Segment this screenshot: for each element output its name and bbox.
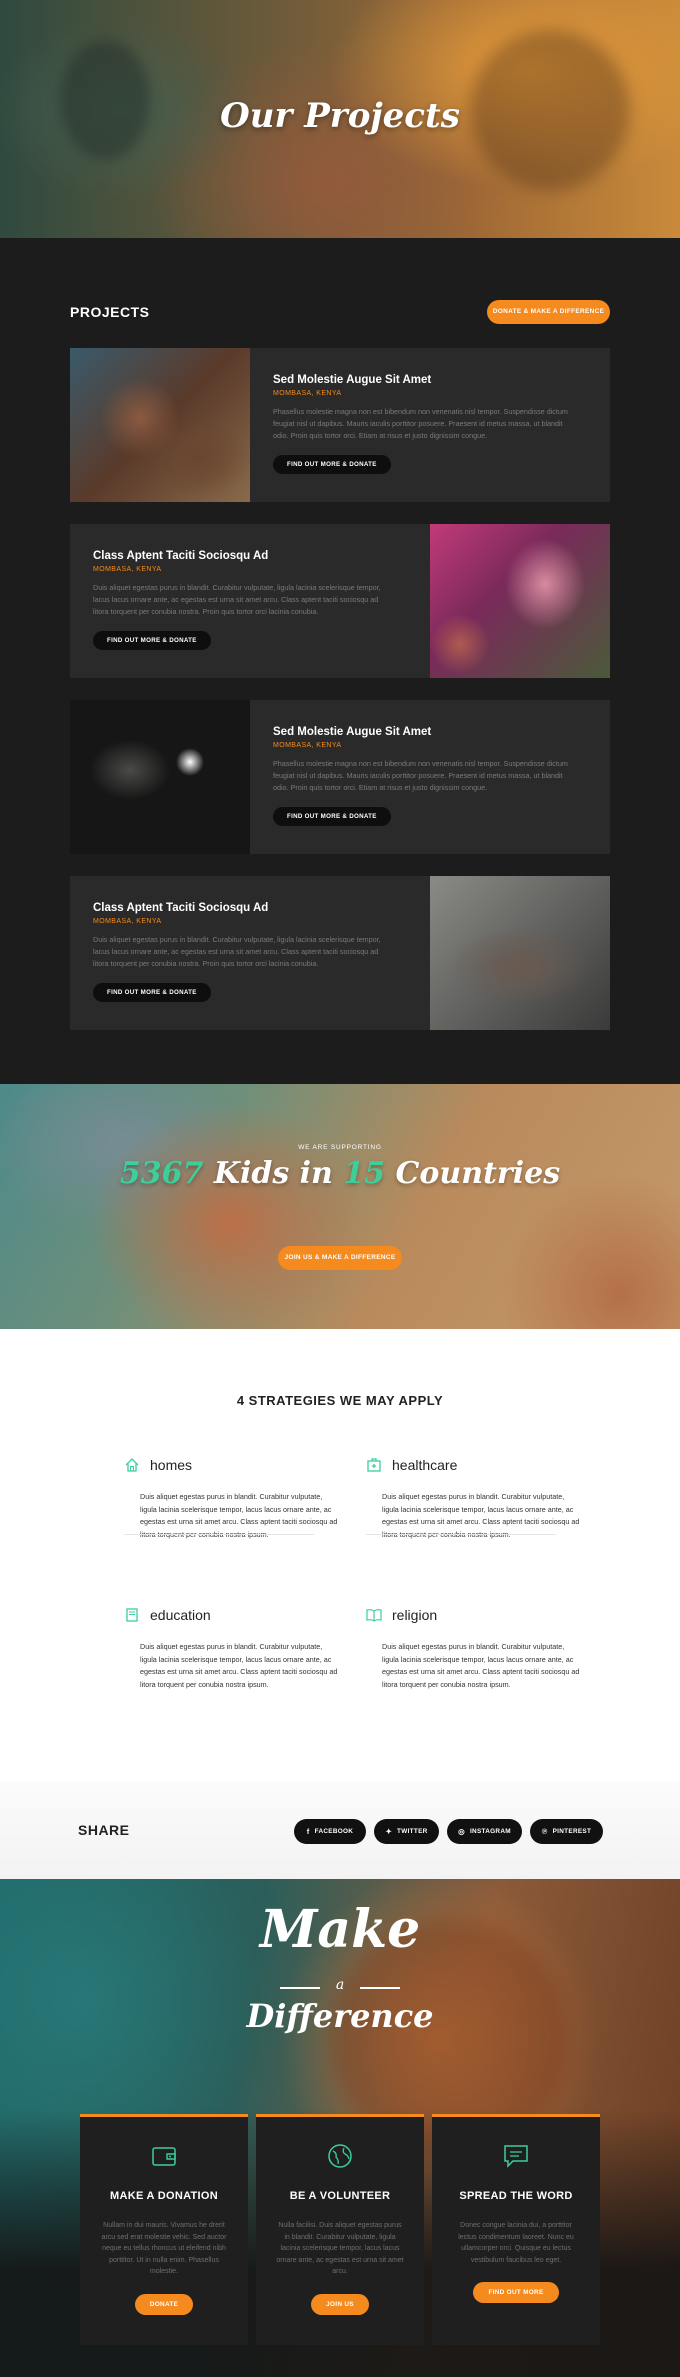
strategy-name: religion [392,1607,438,1623]
strategy-name: education [150,1607,211,1623]
project-card: Class Aptent Taciti Sociosqu Ad MOMBASA,… [70,524,610,678]
strategy-name: healthcare [392,1457,458,1473]
project-description: Phasellus molestie magna non est bibendu… [273,407,568,440]
countries-text: Countries [395,1156,561,1191]
twitter-icon: ✦ [385,1827,393,1836]
page-title: Our Projects [220,96,460,136]
instagram-icon: ◎ [458,1827,465,1836]
project-title: Class Aptent Taciti Sociosqu Ad [93,902,269,914]
project-description: Duis aliquet egestas purus in blandit. C… [93,935,381,968]
projects-heading: PROJECTS [70,304,150,320]
kids-count: 5367 [119,1156,204,1191]
find-out-more-card-button[interactable]: FIND OUT MORE [473,2282,559,2303]
join-us-card-button[interactable]: JOIN US [311,2293,369,2315]
facebook-button[interactable]: f FACEBOOK [294,1819,366,1844]
find-out-more-button[interactable]: FIND OUT MORE & DONATE [273,455,391,474]
find-out-more-button[interactable]: FIND OUT MORE & DONATE [273,807,391,826]
project-image [430,876,610,1030]
projects-section: PROJECTS DONATE & MAKE A DIFFERENCE Sed … [0,238,680,1084]
join-us-button[interactable]: JOIN US & MAKE A DIFFERENCE [278,1246,402,1270]
project-card: Class Aptent Taciti Sociosqu Ad MOMBASA,… [70,876,610,1030]
project-description: Duis aliquet egestas purus in blandit. C… [93,583,381,616]
globe-icon [328,2144,352,2168]
instagram-button[interactable]: ◎ INSTAGRAM [447,1819,522,1844]
share-bar: SHARE f FACEBOOK ✦ TWITTER ◎ INSTAGRAM ℗ PIN… [0,1781,680,1879]
divider [124,1534,314,1535]
project-image [70,700,250,854]
strategy-item: religion Duis aliquet egestas purus in b… [366,1607,580,1691]
card-text: Nulla facilisi. Duis aliquet egestas pur… [276,2222,404,2275]
share-label: SHARE [78,1822,130,1838]
pinterest-button[interactable]: ℗ PINTEREST [530,1819,603,1844]
project-location: MOMBASA, KENYA [93,918,162,925]
difference-heading: Difference [246,1997,434,2035]
card-title: BE A VOLUNTEER [289,2190,391,2202]
supporting-headline: 5367 Kids in 15 Countries [0,1156,680,1191]
twitter-button[interactable]: ✦ TWITTER [374,1819,439,1844]
project-image [70,348,250,502]
project-title: Sed Molestie Augue Sit Amet [273,374,432,386]
project-description: Phasellus molestie magna non est bibendu… [273,759,568,792]
find-out-more-button[interactable]: FIND OUT MORE & DONATE [93,983,211,1002]
project-location: MOMBASA, KENYA [93,566,162,573]
donate-card-button[interactable]: DONATE [134,2293,194,2315]
card-text: Donec congue lacinia dui, a porttitor le… [458,2222,574,2264]
supporting-label: WE ARE SUPPORTING [298,1144,382,1151]
make-connector: a [335,1977,345,1993]
instagram-label: INSTAGRAM [469,1828,511,1835]
home-icon [125,1458,139,1472]
volunteer-card: BE A VOLUNTEER Nulla facilisi. Duis aliq… [256,2114,424,2345]
card-title: SPREAD THE WORD [459,2190,573,2202]
card-text: Nullam in dui mauris. Vivamus he drerit … [101,2222,227,2275]
facebook-label: FACEBOOK [314,1828,354,1835]
project-title: Class Aptent Taciti Sociosqu Ad [93,550,269,562]
pinterest-icon: ℗ [541,1827,548,1836]
supporting-banner: WE ARE SUPPORTING 5367 Kids in 15 Countr… [0,1084,680,1329]
make-heading: Make [259,1899,421,1960]
facebook-icon: f [306,1827,310,1836]
make-difference-section: Make a Difference MAKE A DONATION Nullam… [0,1879,680,2377]
twitter-label: TWITTER [397,1828,428,1835]
strategy-item: education Duis aliquet egestas purus in … [126,1607,338,1691]
strategy-item: healthcare Duis aliquet egestas purus in… [367,1457,580,1541]
countries-count: 15 [343,1156,386,1191]
hero-banner: Our Projects [0,0,680,238]
find-out-more-button[interactable]: FIND OUT MORE & DONATE [93,631,211,650]
donate-button[interactable]: DONATE & MAKE A DIFFERENCE [487,300,610,324]
wallet-icon [152,2147,176,2166]
donation-card: MAKE A DONATION Nullam in dui mauris. Vi… [80,2114,248,2345]
strategy-item: homes Duis aliquet egestas purus in blan… [125,1457,338,1541]
strategy-text: Duis aliquet egestas purus in blandit. C… [382,1642,580,1689]
pinterest-label: PINTEREST [552,1828,592,1835]
project-location: MOMBASA, KENYA [273,390,342,397]
open-book-icon [366,1609,382,1622]
project-image [430,524,610,678]
medical-icon [367,1458,381,1472]
strategy-text: Duis aliquet egestas purus in blandit. C… [140,1642,338,1689]
strategies-title: 4 STRATEGIES WE MAY APPLY [236,1393,444,1408]
project-location: MOMBASA, KENYA [273,742,342,749]
book-icon [126,1608,138,1622]
project-card: Sed Molestie Augue Sit Amet MOMBASA, KEN… [70,700,610,854]
strategies-section: 4 STRATEGIES WE MAY APPLY homes Duis ali… [0,1329,680,1781]
message-icon [504,2145,528,2168]
kids-text: Kids in [213,1156,333,1191]
project-title: Sed Molestie Augue Sit Amet [273,726,432,738]
spread-word-card: SPREAD THE WORD Donec congue lacinia dui… [432,2114,600,2345]
project-card: Sed Molestie Augue Sit Amet MOMBASA, KEN… [70,348,610,502]
strategy-name: homes [150,1457,193,1473]
divider [366,1534,556,1535]
card-title: MAKE A DONATION [110,2190,218,2202]
